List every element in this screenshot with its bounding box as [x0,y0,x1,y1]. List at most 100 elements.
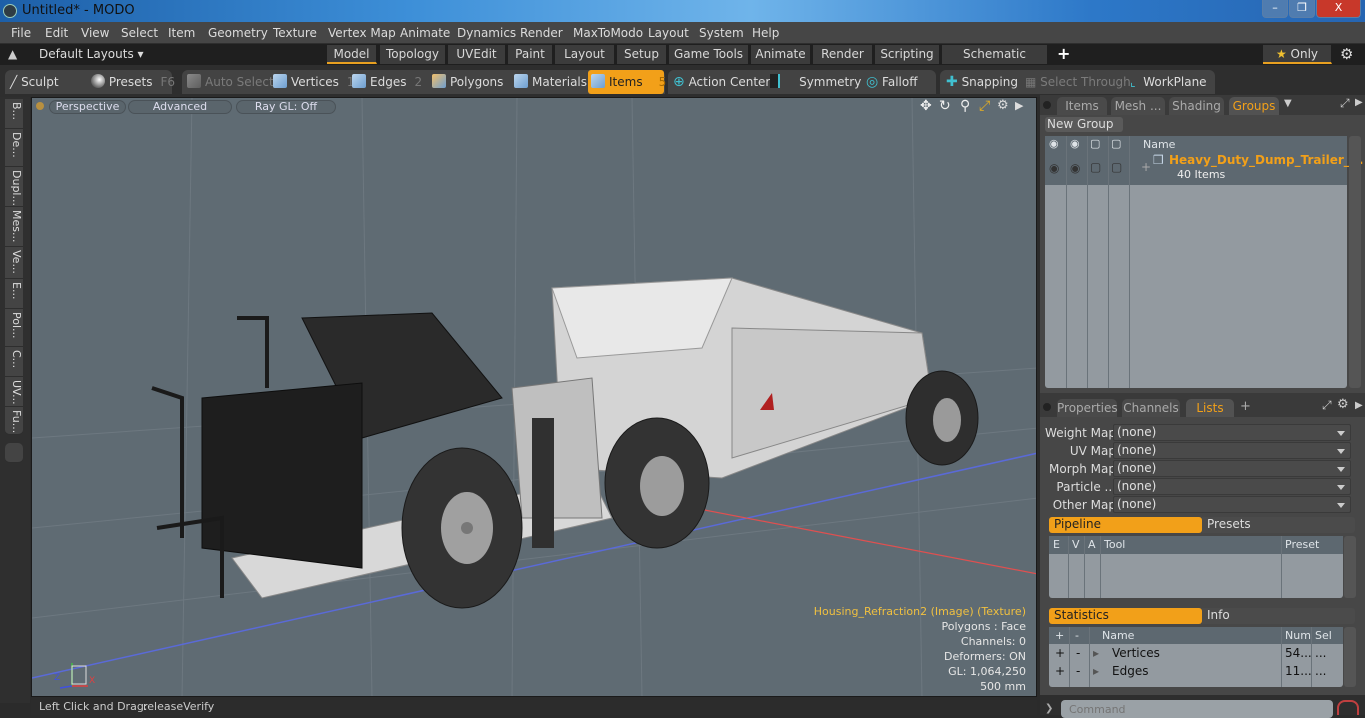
menu-dynamics[interactable]: Dynamics [457,26,516,40]
expand-panel-icon[interactable]: ⤢ [1340,96,1350,111]
left-tab-vertex[interactable]: Ve... [5,247,23,279]
row-select-icon[interactable]: ▢ [1111,160,1122,174]
visibility-eye-icon[interactable]: ◉ [1049,137,1059,150]
tab-shading[interactable]: Shading [1169,97,1224,115]
only-toggle[interactable]: ★ Only [1263,45,1332,64]
minimize-button[interactable]: – [1262,0,1288,18]
expand-plus-icon[interactable]: + [1141,160,1151,174]
other-map-dropdown[interactable]: (none) [1113,496,1351,513]
pipeline-scrollbar[interactable] [1344,536,1356,598]
command-input[interactable] [1061,700,1333,718]
symmetry-button[interactable]: Symmetry [770,70,861,94]
select-through-button[interactable]: ▦ Select Through [1025,70,1131,94]
tab-game-tools[interactable]: Game Tools [669,45,749,64]
tab-setup[interactable]: Setup [617,45,667,64]
menu-system[interactable]: System [699,26,744,40]
action-center-button[interactable]: ⊕ Action Center [673,70,770,94]
auto-select-button[interactable]: Auto Select [187,70,274,94]
add-layout-button[interactable]: + [1057,44,1070,63]
menu-animate[interactable]: Animate [400,26,450,40]
weight-map-dropdown[interactable]: (none) [1113,424,1351,441]
menu-item[interactable]: Item [168,26,195,40]
add-tab-button[interactable]: + [1240,399,1251,414]
menu-layout[interactable]: Layout [648,26,689,40]
group-name[interactable]: Heavy_Duty_Dump_Trailer_... [1169,153,1363,167]
tab-properties[interactable]: Properties [1057,399,1118,417]
command-history-icon[interactable] [1337,700,1359,715]
expand-arrow-icon[interactable]: ▸ [1093,664,1099,678]
menu-view[interactable]: View [81,26,109,40]
expand-arrow-icon[interactable]: ▸ [1093,646,1099,660]
particle-dropdown[interactable]: (none) [1113,478,1351,495]
add-selection-button[interactable]: + [1055,664,1065,678]
viewport-menu-arrow-icon[interactable]: ▶ [1015,99,1023,112]
materials-button[interactable]: Materials [514,70,587,94]
new-group-button[interactable]: New Group [1045,117,1123,132]
restore-button[interactable]: ❐ [1289,0,1315,18]
left-tab-polygon[interactable]: Pol... [5,309,23,347]
vertices-button[interactable]: Vertices 1 [273,70,355,94]
remove-selection-button[interactable]: - [1076,664,1080,678]
left-tab-uv[interactable]: UV... [5,377,23,407]
lists-gear-icon[interactable]: ⚙ [1337,397,1349,412]
sculpt-button[interactable]: ╱ Sculpt [10,70,59,94]
items-button[interactable]: Items 5 [588,70,666,94]
stat-row[interactable]: + - ▸ Edges 11... ... [1049,663,1343,680]
tab-groups[interactable]: Groups [1229,97,1279,115]
tab-render[interactable]: Render [813,45,873,64]
tab-animate[interactable]: Animate [751,45,811,64]
left-tab-curve[interactable]: C... [5,347,23,377]
morph-map-dropdown[interactable]: (none) [1113,460,1351,477]
layout-selector[interactable]: Default Layouts ▾ [39,47,144,61]
menu-maxtomodo[interactable]: MaxToModo [573,26,643,40]
workplane-button[interactable]: ⌞ WorkPlane [1130,70,1207,94]
left-tab-fusion[interactable]: Fu... [5,407,23,435]
statistics-tab[interactable]: Statistics [1049,608,1202,624]
3d-viewport[interactable]: Z X Perspective Advanced Ray GL: Off ✥ ↻… [31,97,1037,697]
tab-mesh[interactable]: Mesh ... [1111,97,1165,115]
falloff-button[interactable]: ◎ Falloff [866,70,917,94]
viewport-settings-icon[interactable]: ⚙ [997,98,1009,113]
pipeline-tab[interactable]: Pipeline [1049,517,1202,533]
presets-tab[interactable]: Presets [1202,517,1355,533]
panel-menu-arrow-icon[interactable]: ▶ [1355,97,1363,108]
menu-geometry[interactable]: Geometry [208,26,268,40]
left-tab-deform[interactable]: De... [5,129,23,167]
add-selection-button[interactable]: + [1055,646,1065,660]
menu-file[interactable]: File [11,26,31,40]
rotate-view-icon[interactable]: ↻ [939,98,951,114]
menu-render[interactable]: Render [520,26,563,40]
edges-button[interactable]: Edges 2 [352,70,422,94]
zoom-view-icon[interactable]: ⚲ [960,98,970,114]
close-button[interactable]: X [1316,0,1361,18]
tab-uvedit[interactable]: UVEdit [448,45,506,64]
left-tab-duplicate[interactable]: Dupl... [5,167,23,207]
move-view-icon[interactable]: ✥ [920,98,932,114]
info-tab[interactable]: Info [1202,608,1355,624]
tab-topology[interactable]: Topology [380,45,446,64]
shading-mode-button[interactable]: Advanced [128,100,232,114]
row-visibility-icon[interactable]: ◉ [1049,161,1059,175]
menu-select[interactable]: Select [121,26,158,40]
menu-edit[interactable]: Edit [45,26,68,40]
lock-icon[interactable]: ▢ [1090,137,1100,150]
tab-schematic-fusion[interactable]: Schematic Fusion [942,45,1048,79]
menu-texture[interactable]: Texture [273,26,317,40]
tab-scripting[interactable]: Scripting [875,45,940,64]
left-tab-mesh-edit[interactable]: Mes... [5,207,23,247]
remove-selection-button[interactable]: - [1076,646,1080,660]
tabs-dropdown-icon[interactable]: ▼ [1284,98,1292,109]
lists-menu-arrow-icon[interactable]: ▶ [1355,400,1363,411]
lists-indicator-icon[interactable] [1043,403,1051,411]
group-row[interactable]: ◉ ◉ ▢ ▢ + ❒ Heavy_Duty_Dump_Trailer_... … [1045,153,1363,185]
maximize-view-icon[interactable]: ⤢ [979,98,990,114]
collapse-up-icon[interactable]: ▲ [8,47,17,61]
lists-expand-icon[interactable]: ⤢ [1322,398,1332,413]
select-cube-icon[interactable]: ▢ [1111,137,1121,150]
groups-scrollbar[interactable] [1349,136,1361,388]
view-type-button[interactable]: Perspective [49,100,126,114]
tab-paint[interactable]: Paint [508,45,553,64]
row-lock-icon[interactable]: ▢ [1090,160,1101,174]
uv-map-dropdown[interactable]: (none) [1113,442,1351,459]
menu-help[interactable]: Help [752,26,779,40]
